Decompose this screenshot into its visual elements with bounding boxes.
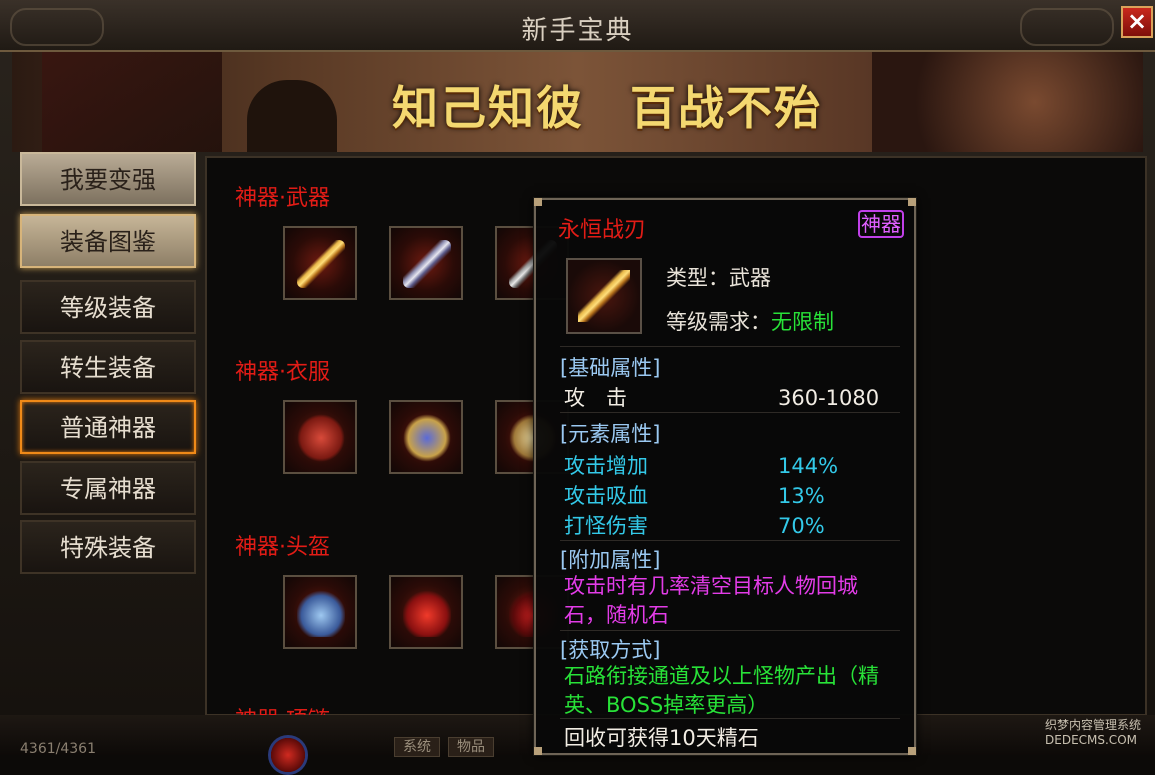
banner-flag-art	[42, 52, 222, 152]
level-label: 等级需求：	[666, 310, 771, 334]
stat-value: 360-1080	[778, 386, 880, 410]
sword-icon	[297, 240, 345, 288]
item-name: 永恒战刃	[558, 218, 647, 243]
title-bar: 新手宝典 ×	[0, 0, 1155, 52]
divider	[560, 412, 900, 413]
divider	[560, 540, 900, 541]
ornament-right-icon	[1020, 8, 1114, 46]
close-button[interactable]: ×	[1121, 6, 1153, 38]
banner-battle-art	[872, 52, 1143, 152]
window-title: 新手宝典	[521, 16, 634, 46]
category-armor: 神器·衣服	[235, 360, 330, 385]
stat-name: 打怪伤害	[564, 514, 648, 538]
banner-motto: 知己知彼 百战不殆	[392, 72, 822, 138]
sword-icon	[578, 270, 630, 322]
category-weapon: 神器·武器	[235, 186, 330, 211]
game-window: 新手宝典 × 知己知彼 百战不殆 我要变强 装备图鉴 等级装备 转生装备 普通神器…	[0, 0, 1155, 775]
item-tooltip: 永恒战刃 神器 类型：武器 等级需求：无限制 [基础属性] 攻 击 360-108…	[534, 198, 916, 755]
watermark: 织梦内容管理系统 DEDECMS.COM	[1045, 718, 1141, 748]
category-necklace: 神器·项链	[235, 702, 330, 716]
divider	[560, 630, 900, 631]
item-slot-weapon-2[interactable]	[389, 226, 463, 300]
tab-normal-artifact[interactable]: 普通神器	[20, 400, 196, 454]
obtain-method-header: [获取方式]	[560, 638, 661, 662]
stat-name: 攻击吸血	[564, 484, 648, 508]
stat-monster-damage: 打怪伤害 70%	[564, 510, 825, 540]
banner-warrior-art	[247, 80, 337, 152]
helmet-icon	[297, 589, 345, 637]
recycle-reward: 回收可获得10天精石	[564, 726, 759, 750]
obtain-method-text: 石路衔接通道及以上怪物产出（精英、BOSS掉率更高）	[564, 664, 879, 717]
watermark-line2: DEDECMS.COM	[1045, 733, 1137, 747]
stat-attack: 攻 击 360-1080	[564, 382, 879, 412]
base-attributes-header: [基础属性]	[560, 356, 661, 380]
helmet-icon	[403, 589, 451, 637]
stat-value: 70%	[778, 514, 825, 538]
tab-system[interactable]: 系统	[394, 737, 440, 757]
tab-equipment-catalog[interactable]: 装备图鉴	[20, 214, 196, 268]
tab-exclusive-artifact[interactable]: 专属神器	[20, 461, 196, 515]
item-slot-armor-1[interactable]	[283, 400, 357, 474]
item-slot-armor-2[interactable]	[389, 400, 463, 474]
corner-ornament-icon	[534, 198, 542, 206]
stat-value: 13%	[778, 484, 825, 508]
item-type-label: 类型：	[666, 266, 729, 290]
stat-lifesteal: 攻击吸血 13%	[564, 480, 825, 510]
hp-mp-orb-icon	[268, 735, 308, 775]
divider	[560, 718, 900, 719]
motto-right: 百战不殆	[630, 81, 822, 135]
extra-attributes-header: [附加属性]	[560, 548, 661, 572]
motto-left: 知己知彼	[392, 81, 584, 135]
corner-ornament-icon	[534, 747, 542, 755]
divider	[560, 346, 900, 347]
category-helmet: 神器·头盔	[235, 535, 330, 560]
extra-attribute-text: 攻击时有几率清空目标人物回城石，随机石	[564, 574, 858, 627]
rarity-badge: 神器	[858, 210, 904, 238]
tab-rebirth-equipment[interactable]: 转生装备	[20, 340, 196, 394]
armor-icon	[403, 414, 451, 462]
tab-item[interactable]: 物品	[448, 737, 494, 757]
item-slot-helmet-1[interactable]	[283, 575, 357, 649]
item-level-requirement: 等级需求：无限制	[666, 306, 834, 336]
stat-name: 攻击增加	[564, 454, 648, 478]
item-type-value: 武器	[729, 266, 771, 290]
tab-become-stronger[interactable]: 我要变强	[20, 152, 196, 206]
stat-name: 攻 击	[564, 386, 627, 410]
item-slot-weapon-1[interactable]	[283, 226, 357, 300]
corner-ornament-icon	[908, 198, 916, 206]
watermark-line1: 织梦内容管理系统	[1045, 718, 1142, 732]
stat-attack-increase: 攻击增加 144%	[564, 450, 838, 480]
item-icon-frame	[566, 258, 642, 334]
level-value: 无限制	[771, 310, 834, 334]
stat-value: 144%	[778, 454, 839, 478]
sword-icon	[403, 240, 451, 288]
corner-ornament-icon	[908, 747, 916, 755]
item-slot-helmet-2[interactable]	[389, 575, 463, 649]
tab-level-equipment[interactable]: 等级装备	[20, 280, 196, 334]
tab-special-equipment[interactable]: 特殊装备	[20, 520, 196, 574]
item-type: 类型：武器	[666, 262, 771, 292]
sidebar: 我要变强 装备图鉴 等级装备 转生装备 普通神器 专属神器 特殊装备	[14, 152, 204, 712]
armor-icon	[297, 414, 345, 462]
banner: 知己知彼 百战不殆	[12, 52, 1143, 152]
element-attributes-header: [元素属性]	[560, 422, 661, 446]
